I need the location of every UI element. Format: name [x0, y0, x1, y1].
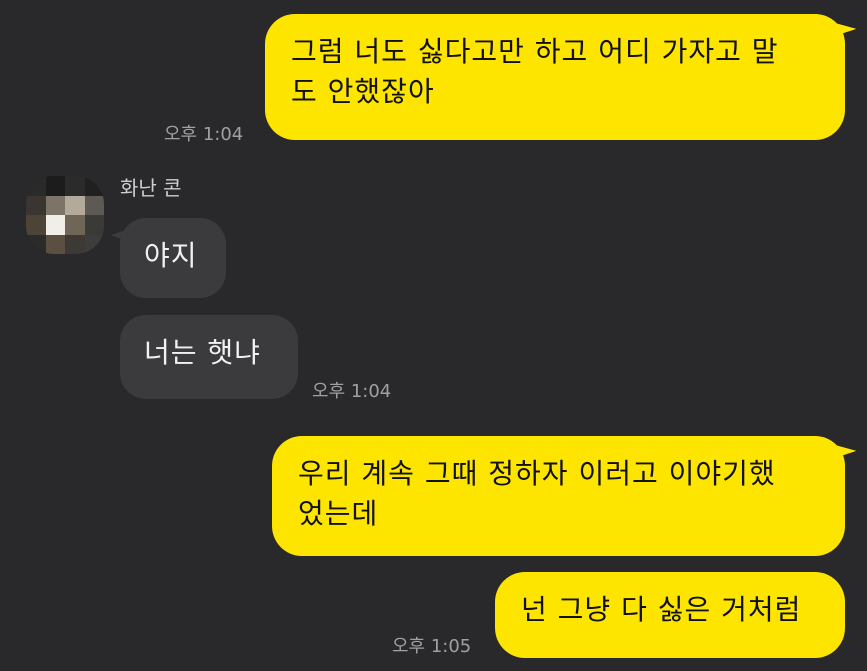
incoming-message-bubble[interactable]: 너는 햇냐: [120, 315, 298, 399]
message-line: 너는 햇냐: [144, 336, 261, 369]
outgoing-message-bubble[interactable]: 넌 그냥 다 싫은 거처럼: [495, 572, 845, 658]
message-line: 그럼 너도 싫다고만 하고 어디 가자고 말: [291, 35, 779, 68]
avatar[interactable]: [26, 176, 104, 254]
chat-conversation: 그럼 너도 싫다고만 하고 어디 가자고 말 도 안했잖아 오후 1:04 화난…: [0, 0, 867, 671]
message-line: 야지: [144, 239, 198, 272]
message-line: 었는데: [298, 497, 379, 530]
message-timestamp: 오후 1:04: [164, 124, 244, 145]
incoming-message-bubble[interactable]: 야지: [120, 218, 226, 298]
message-line: 도 안했잖아: [291, 75, 435, 108]
message-line: 넌 그냥 다 싫은 거처럼: [521, 593, 802, 626]
outgoing-message-bubble[interactable]: 우리 계속 그때 정하자 이러고 이야기했 었는데: [272, 436, 845, 556]
message-timestamp: 오후 1:05: [392, 636, 472, 657]
message-line: 우리 계속 그때 정하자 이러고 이야기했: [298, 457, 776, 490]
outgoing-message-bubble[interactable]: 그럼 너도 싫다고만 하고 어디 가자고 말 도 안했잖아: [265, 14, 845, 140]
message-timestamp: 오후 1:04: [312, 381, 392, 402]
sender-name: 화난 콘: [120, 176, 182, 200]
